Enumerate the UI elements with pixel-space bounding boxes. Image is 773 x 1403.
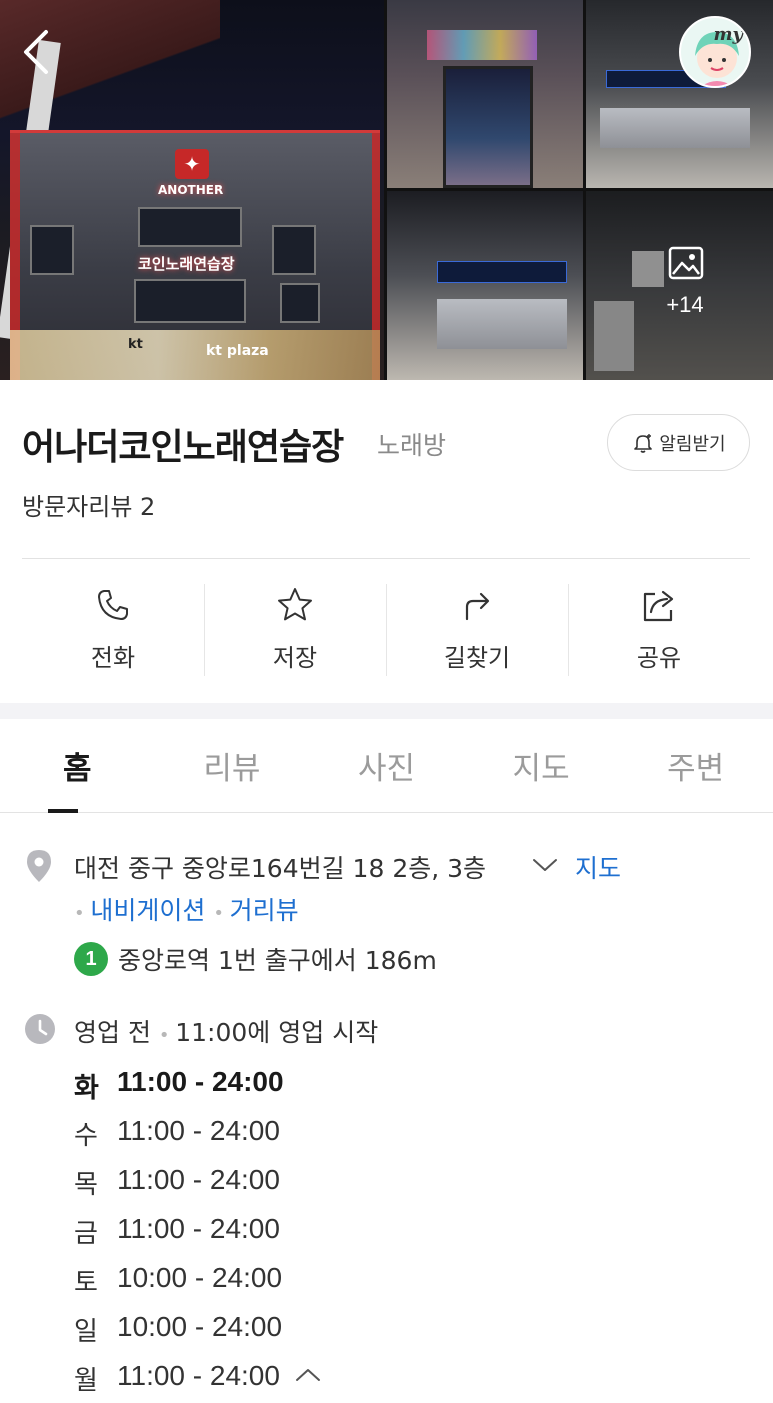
photo-entrance[interactable] (387, 0, 583, 188)
bell-plus-icon (634, 433, 653, 453)
kt-sign: kt (128, 337, 143, 352)
window (30, 225, 74, 275)
photo-gallery[interactable]: ✦ ANOTHER 코인노래연습장 kt kt plaza +14 my (0, 0, 773, 380)
screen-bar (437, 261, 567, 283)
clock-icon (25, 1014, 55, 1044)
share-icon (643, 590, 674, 622)
divider (22, 558, 750, 559)
save-button[interactable]: 저장 (204, 580, 386, 680)
korean-sign: 코인노래연습장 (138, 255, 235, 273)
hours-row: 월 11:00 - 24:00 (74, 1360, 322, 1403)
section-separator (0, 703, 773, 719)
image-icon (668, 246, 704, 280)
visitor-review-count[interactable]: 방문자리뷰 2 (22, 487, 155, 522)
navigation-link[interactable]: 내비게이션 (90, 896, 205, 925)
hours-row: 금 11:00 - 24:00 (74, 1213, 322, 1262)
navigation-links-row: • 내비게이션 • 거리뷰 (74, 891, 299, 927)
photo-counter[interactable] (586, 0, 773, 188)
hours-time: 10:00 - 24:00 (117, 1262, 283, 1293)
share-button[interactable]: 공유 (568, 580, 750, 680)
dot-separator: • (158, 1025, 176, 1046)
hours-time: 11:00 - 24:00 (117, 1115, 280, 1146)
neon-stripe (427, 30, 537, 60)
share-label: 공유 (636, 644, 682, 672)
brand-star-logo: ✦ (175, 149, 209, 179)
tab-home[interactable]: 홈 (0, 719, 155, 813)
more-photos-count: +14 (666, 292, 704, 317)
reception-counter (600, 108, 750, 148)
photo-lobby[interactable] (387, 191, 583, 380)
place-title: 어나더코인노래연습장 (22, 427, 344, 468)
hours-time: 11:00 - 24:00 (117, 1213, 280, 1244)
my-badge: my (713, 24, 743, 45)
dot-separator: • (74, 903, 91, 924)
tab-map[interactable]: 지도 (464, 719, 619, 812)
back-button[interactable] (18, 28, 58, 76)
star-icon (278, 588, 312, 621)
hours-time: 11:00 - 24:00 (117, 1360, 280, 1391)
brand-sign: ANOTHER (158, 183, 224, 197)
window (272, 225, 316, 275)
hours-day: 금 (74, 1219, 98, 1249)
hours-day: 목 (74, 1170, 98, 1200)
directions-label: 길찾기 (443, 644, 511, 672)
location-pin-icon (27, 850, 51, 882)
business-status-detail: 11:00에 영업 시작 (175, 1018, 379, 1047)
business-status: 영업 전 (74, 1018, 151, 1047)
hours-row: 목 11:00 - 24:00 (74, 1164, 322, 1213)
hours-day: 일 (74, 1317, 98, 1347)
directions-icon (465, 592, 490, 621)
hours-row: 토 10:00 - 24:00 (74, 1262, 322, 1311)
business-hours-list: 화 11:00 - 24:00 수 11:00 - 24:00 목 11:00 … (74, 1066, 322, 1403)
tab-reviews[interactable]: 리뷰 (155, 719, 310, 812)
tab-bar: 홈 리뷰 사진 지도 주변 (0, 719, 773, 813)
business-status-row[interactable]: 영업 전 • 11:00에 영업 시작 (74, 1013, 378, 1049)
dot-separator: • (213, 903, 230, 924)
window (134, 279, 246, 323)
chevron-up-icon[interactable] (294, 1366, 322, 1384)
phone-icon (98, 590, 128, 620)
map-link[interactable]: 지도 (575, 849, 621, 885)
kt-plaza-sign: kt plaza (206, 343, 269, 359)
directions-button[interactable]: 길찾기 (386, 580, 568, 680)
chevron-left-icon (24, 30, 48, 74)
my-profile-button[interactable]: my (679, 16, 751, 88)
place-category: 노래방 (377, 431, 447, 460)
entrance-door (443, 66, 533, 188)
hours-row-today: 화 11:00 - 24:00 (74, 1066, 322, 1115)
notification-button[interactable]: 알림받기 (607, 414, 750, 471)
subway-distance-text: 중앙로역 1번 출구에서 186m (118, 946, 437, 975)
hours-day: 토 (74, 1268, 98, 1298)
action-bar: 전화 저장 길찾기 공유 (22, 580, 750, 680)
building-facade: ✦ ANOTHER 코인노래연습장 kt kt plaza (10, 130, 380, 380)
subway-line-badge: 1 (74, 942, 108, 976)
tab-photos[interactable]: 사진 (309, 719, 464, 812)
hours-day: 수 (74, 1121, 98, 1151)
hours-day: 월 (74, 1366, 98, 1396)
hours-day: 화 (74, 1073, 99, 1104)
window (280, 283, 320, 323)
street-view-link[interactable]: 거리뷰 (230, 896, 299, 925)
hours-time: 11:00 - 24:00 (117, 1066, 284, 1097)
reception-counter (437, 299, 567, 349)
more-photos-overlay[interactable] (586, 191, 773, 380)
call-label: 전화 (90, 644, 136, 672)
tab-nearby[interactable]: 주변 (618, 719, 773, 812)
save-label: 저장 (272, 644, 318, 672)
hours-row: 수 11:00 - 24:00 (74, 1115, 322, 1164)
address-text: 대전 중구 중앙로164번길 18 2층, 3층 (74, 854, 487, 883)
chevron-down-icon[interactable] (531, 856, 559, 874)
ground-floor-shops (10, 330, 380, 380)
window (138, 207, 242, 247)
hours-time: 10:00 - 24:00 (117, 1311, 283, 1342)
hours-time: 11:00 - 24:00 (117, 1164, 280, 1195)
hours-row: 일 10:00 - 24:00 (74, 1311, 322, 1360)
notification-button-label: 알림받기 (659, 433, 726, 455)
call-button[interactable]: 전화 (22, 580, 204, 680)
